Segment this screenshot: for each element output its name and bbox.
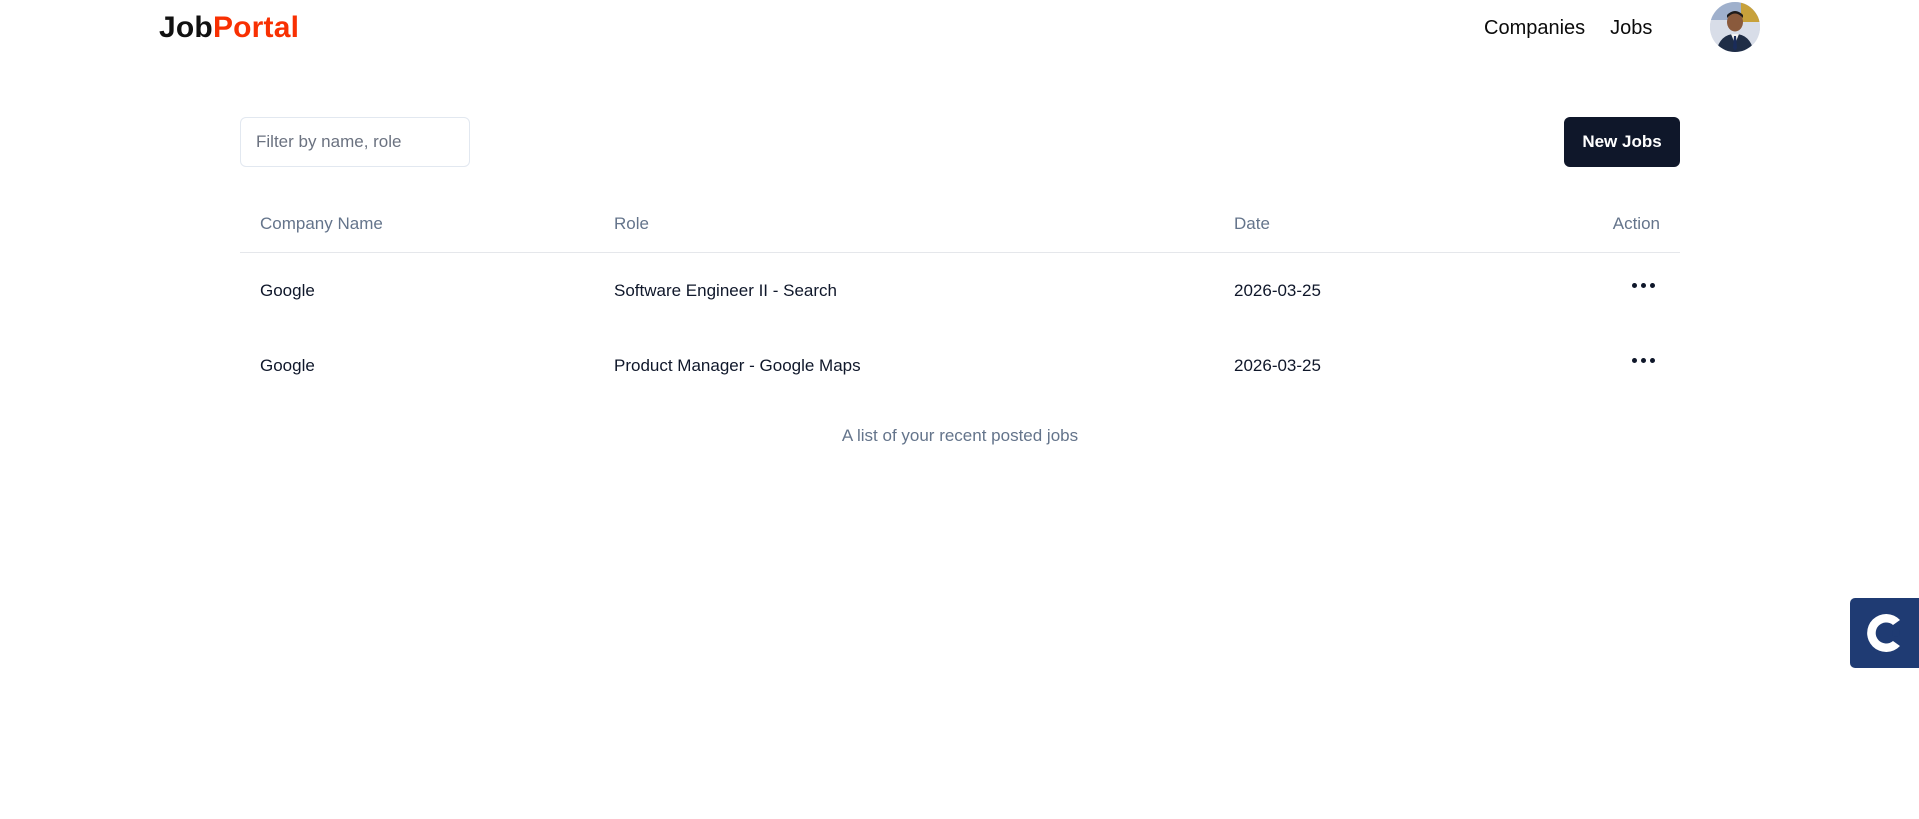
cell-role: Software Engineer II - Search: [614, 281, 838, 300]
new-jobs-button[interactable]: New Jobs: [1564, 117, 1680, 167]
header-company-name: Company Name: [260, 214, 383, 233]
table-row: Google Software Engineer II - Search 202…: [240, 253, 1680, 328]
cell-company: Google: [260, 281, 315, 300]
cell-date: 2026-03-25: [1234, 281, 1321, 300]
logo-primary: Job: [159, 11, 213, 44]
avatar[interactable]: [1710, 2, 1760, 52]
more-horizontal-icon[interactable]: [1631, 281, 1657, 291]
filter-input[interactable]: [240, 117, 470, 167]
more-horizontal-icon[interactable]: [1631, 356, 1657, 366]
table-header: Company Name Role Date Action: [240, 195, 1680, 253]
header-date: Date: [1234, 214, 1270, 233]
cell-date: 2026-03-25: [1234, 356, 1321, 375]
cell-role: Product Manager - Google Maps: [614, 356, 861, 375]
nav-link-jobs[interactable]: Jobs: [1610, 14, 1652, 42]
floating-widget[interactable]: [1850, 598, 1919, 668]
nav-link-companies[interactable]: Companies: [1484, 14, 1585, 42]
header-action: Action: [1612, 214, 1660, 233]
header-role: Role: [614, 214, 649, 233]
table-caption: A list of your recent posted jobs: [841, 426, 1079, 445]
navbar: JobPortal Companies Jobs: [0, 0, 1919, 56]
avatar-image: [1710, 2, 1760, 52]
logo[interactable]: JobPortal: [159, 10, 299, 46]
cell-company: Google: [260, 356, 315, 375]
nav-links: Companies Jobs: [1484, 14, 1652, 42]
logo-accent: Portal: [212, 11, 300, 44]
jobs-table: Company Name Role Date Action Google Sof…: [240, 195, 1680, 403]
table-row: Google Product Manager - Google Maps 202…: [240, 328, 1680, 403]
c-logo-icon: [1867, 614, 1900, 652]
